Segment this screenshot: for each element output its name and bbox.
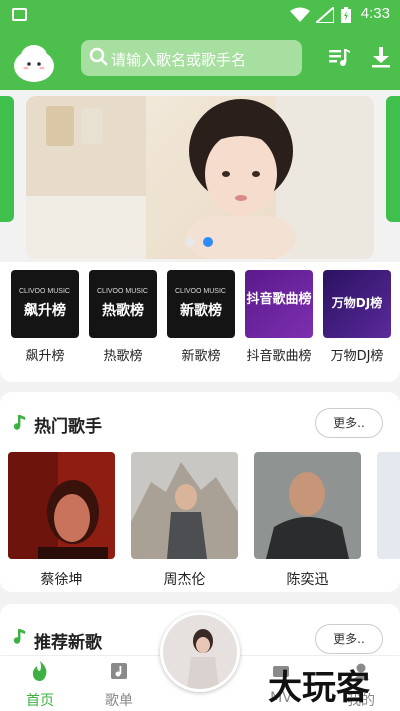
banner-dot[interactable] <box>185 237 195 247</box>
banner-dot-active[interactable] <box>203 237 213 247</box>
chart-label: 万物DJ榜 <box>330 349 384 364</box>
singer-photo <box>377 452 400 559</box>
singer-card-peek[interactable] <box>377 452 400 559</box>
more-songs-button[interactable]: 更多.. <box>315 624 383 654</box>
watermark-logo: 大玩客 <box>268 668 370 708</box>
flame-icon <box>32 661 47 681</box>
status-bar: 4:33 <box>0 0 400 30</box>
chart-label: 新歌榜 <box>181 349 221 364</box>
banner-prev-peek[interactable] <box>0 96 14 222</box>
search-placeholder: 请输入歌名或歌手名 <box>111 51 247 69</box>
top-header: 请输入歌名或歌手名 <box>0 30 400 90</box>
wifi-icon <box>290 7 310 22</box>
chart-item-dj[interactable]: 万物DJ榜 万物DJ榜 <box>323 270 391 364</box>
chart-item-douyin[interactable]: 抖音歌曲榜 抖音歌曲榜 <box>245 270 313 364</box>
download-icon[interactable] <box>370 46 392 68</box>
chart-label: 飙升榜 <box>25 349 65 364</box>
chart-item-soaring[interactable]: CLIVOO MUSIC 飙升榜 飙升榜 <box>11 270 79 364</box>
nav-home[interactable]: 首页 <box>5 656 75 710</box>
playlist-icon[interactable] <box>328 46 350 68</box>
chart-list: CLIVOO MUSIC 飙升榜 飙升榜 CLIVOO MUSIC 热歌榜 热歌… <box>0 262 400 382</box>
chart-item-new[interactable]: CLIVOO MUSIC 新歌榜 新歌榜 <box>167 270 235 364</box>
banner-pagination <box>185 237 213 247</box>
chart-label: 热歌榜 <box>103 349 143 364</box>
nav-playlist[interactable]: 歌单 <box>84 656 154 710</box>
battery-icon <box>341 7 351 23</box>
section-title: 推荐新歌 <box>34 633 102 653</box>
section-title: 热门歌手 <box>34 417 102 437</box>
singer-card[interactable]: 蔡徐坤 <box>8 452 115 589</box>
search-bar[interactable]: 请输入歌名或歌手名 <box>81 40 302 76</box>
chart-cover: CLIVOO MUSIC 热歌榜 <box>89 270 157 338</box>
singer-photo <box>254 452 361 559</box>
status-time: 4:33 <box>360 5 390 22</box>
more-singers-button[interactable]: 更多.. <box>315 408 383 438</box>
banner-image[interactable] <box>26 96 374 259</box>
singer-card[interactable]: 周杰伦 <box>131 452 238 589</box>
banner-carousel[interactable] <box>0 90 400 260</box>
chart-cover: 万物DJ榜 <box>323 270 391 338</box>
chart-cover: CLIVOO MUSIC 新歌榜 <box>167 270 235 338</box>
music-note-icon <box>13 415 25 430</box>
singer-name: 陈奕迅 <box>286 572 329 588</box>
chart-label: 抖音歌曲榜 <box>246 349 312 364</box>
singer-name: 蔡徐坤 <box>40 572 83 588</box>
singer-name: 周杰伦 <box>163 572 206 588</box>
hot-singers-section: 热门歌手 更多.. 蔡徐坤 周杰伦 陈奕迅 <box>0 392 400 592</box>
singer-photo <box>131 452 238 559</box>
signal-icon <box>316 7 334 23</box>
now-playing-disc[interactable] <box>160 612 240 692</box>
music-note-icon <box>13 629 25 644</box>
banner-next-peek[interactable] <box>386 96 400 222</box>
singer-photo <box>8 452 115 559</box>
search-icon <box>89 47 108 66</box>
image-notification-icon <box>12 8 27 21</box>
album-art <box>163 615 237 689</box>
singer-card[interactable]: 陈奕迅 <box>254 452 361 589</box>
album-icon <box>111 663 127 679</box>
chart-cover: 抖音歌曲榜 <box>245 270 313 338</box>
banner-photo <box>26 96 374 259</box>
chart-item-hot[interactable]: CLIVOO MUSIC 热歌榜 热歌榜 <box>89 270 157 364</box>
app-mascot-avatar[interactable] <box>12 40 56 84</box>
chart-cover: CLIVOO MUSIC 飙升榜 <box>11 270 79 338</box>
